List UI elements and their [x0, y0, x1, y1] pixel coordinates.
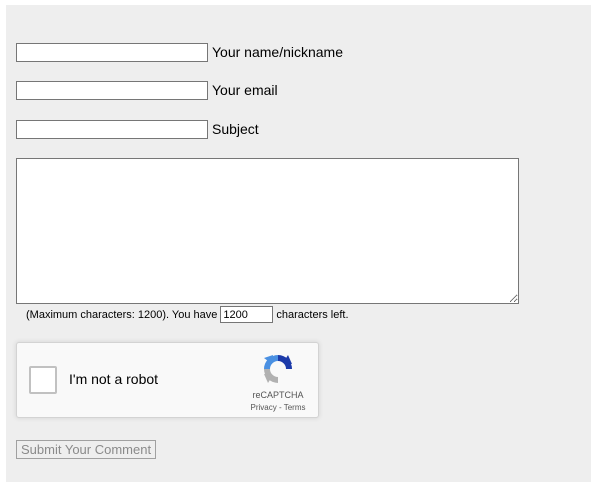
recaptcha-links-separator: - — [276, 403, 284, 412]
name-row: Your name/nickname — [16, 42, 343, 62]
comment-form-panel: Your name/nickname Your email Subject (M… — [6, 5, 591, 482]
email-row: Your email — [16, 80, 278, 100]
email-label: Your email — [212, 82, 278, 98]
name-label: Your name/nickname — [212, 44, 344, 60]
recaptcha-logo-icon — [264, 355, 292, 383]
email-input[interactable] — [16, 80, 208, 100]
recaptcha-checkbox[interactable] — [29, 366, 57, 394]
characters-remaining-field — [220, 306, 274, 323]
comment-area-wrapper — [16, 158, 519, 304]
recaptcha-links: Privacy - Terms — [240, 403, 316, 412]
recaptcha-label: I'm not a robot — [69, 371, 159, 387]
subject-input[interactable] — [16, 119, 208, 139]
name-input[interactable] — [16, 42, 208, 62]
comment-textarea[interactable] — [16, 158, 519, 304]
character-counter: (Maximum characters: 1200). You have cha… — [26, 306, 349, 323]
recaptcha-terms-link[interactable]: Terms — [284, 403, 306, 412]
recaptcha-privacy-link[interactable]: Privacy — [251, 403, 277, 412]
counter-suffix: characters left. — [276, 308, 349, 321]
subject-label: Subject — [212, 121, 259, 137]
subject-row: Subject — [16, 119, 259, 139]
recaptcha-widget: I'm not a robot reCAPTCHA Privacy - Term… — [16, 342, 319, 418]
submit-comment-button[interactable]: Submit Your Comment — [16, 440, 157, 459]
counter-prefix: (Maximum characters: 1200). You have — [26, 308, 218, 321]
recaptcha-brand-text: reCAPTCHA — [252, 390, 304, 400]
